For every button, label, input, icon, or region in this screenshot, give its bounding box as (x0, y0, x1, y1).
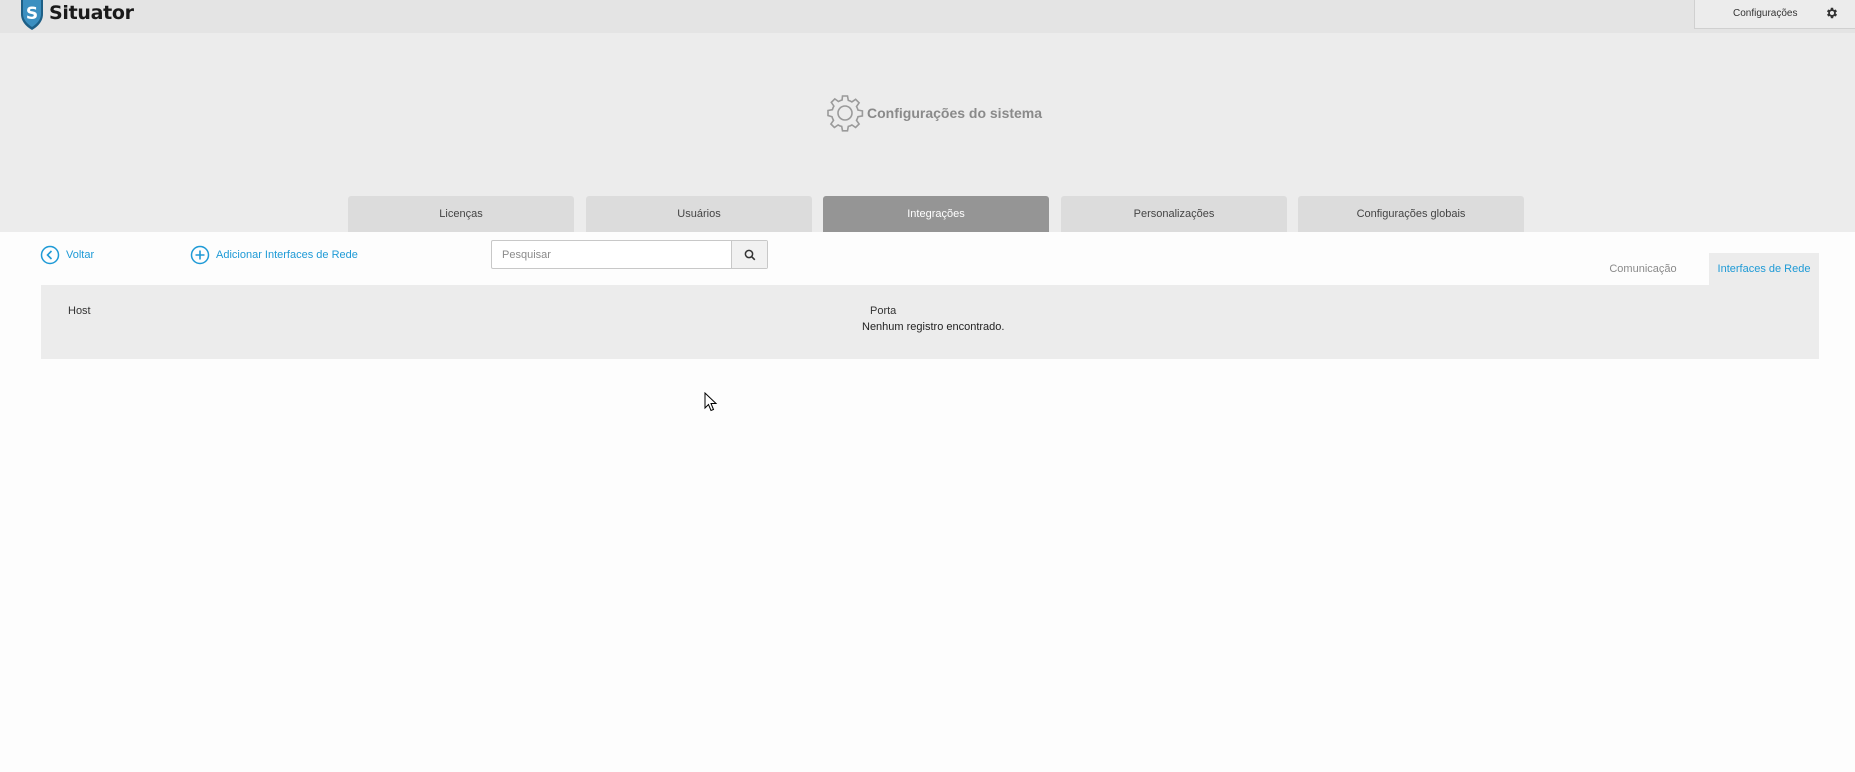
add-icon (190, 245, 210, 265)
app-name: Situator (49, 2, 134, 24)
search-input[interactable] (492, 241, 732, 268)
search-button[interactable] (731, 241, 767, 268)
shield-logo-icon: S (21, 0, 43, 30)
page-title: Configurações do sistema (825, 93, 1042, 133)
configuracoes-button-label: Configurações (1733, 8, 1798, 19)
configuracoes-button[interactable]: Configurações (1694, 0, 1855, 29)
tab-licencas[interactable]: Licenças (348, 196, 574, 232)
app-logo[interactable]: S Situator (20, 0, 134, 30)
gear-icon (1826, 7, 1838, 19)
search-icon (744, 249, 755, 260)
subtab-comunicacao[interactable]: Comunicação (1598, 253, 1688, 285)
back-link-label: Voltar (66, 249, 95, 261)
add-network-interface-link[interactable]: Adicionar Interfaces de Rede (190, 245, 358, 265)
add-network-interface-label: Adicionar Interfaces de Rede (216, 249, 358, 261)
search-box (491, 240, 768, 269)
settings-header: Configurações do sistema Licenças Usuári… (0, 33, 1855, 232)
empty-message: Nenhum registro encontrado. (862, 321, 1005, 333)
network-interfaces-table: Host Porta Nenhum registro encontrado. (41, 285, 1819, 359)
top-bar: S Situator Configurações (0, 0, 1855, 33)
svg-text:S: S (26, 4, 38, 24)
column-header-porta[interactable]: Porta (870, 305, 896, 317)
mouse-cursor-icon (704, 392, 718, 412)
page-title-text: Configurações do sistema (867, 105, 1043, 121)
column-header-host[interactable]: Host (68, 305, 91, 317)
tab-integracoes[interactable]: Integrações (823, 196, 1049, 232)
settings-cog-icon (827, 95, 864, 132)
tab-usuarios[interactable]: Usuários (586, 196, 812, 232)
back-link[interactable]: Voltar (40, 245, 94, 265)
tab-personalizacoes[interactable]: Personalizações (1061, 196, 1287, 232)
tab-configuracoes-globais[interactable]: Configurações globais (1298, 196, 1524, 232)
back-arrow-icon (40, 245, 60, 265)
subtab-interfaces-de-rede[interactable]: Interfaces de Rede (1709, 253, 1819, 285)
